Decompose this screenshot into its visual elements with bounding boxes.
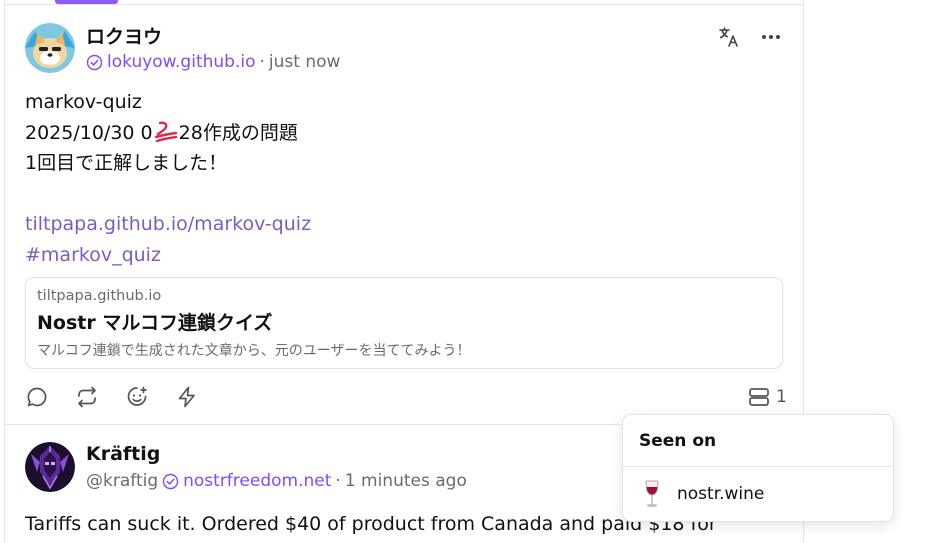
relay-item[interactable]: nostr.wine — [639, 479, 764, 509]
author-handle[interactable]: @kraftig — [86, 471, 158, 491]
zap-icon[interactable] — [175, 385, 199, 409]
link-preview-title: Nostr マルコフ連鎖クイズ — [37, 312, 273, 334]
content-line: tiltpapa.github.io/markov-quiz — [25, 209, 785, 240]
link-preview-card[interactable]: tiltpapa.github.io Nostr マルコフ連鎖クイズ マルコフ連… — [25, 277, 783, 369]
verified-check-icon — [162, 473, 179, 490]
author-meta: lokuyow.github.io · just now — [86, 52, 340, 72]
content-line: #markov_quiz — [25, 240, 785, 271]
more-horizontal-icon[interactable] — [759, 25, 783, 49]
divider — [623, 466, 893, 467]
nip05-address[interactable]: nostrfreedom.net — [183, 471, 331, 491]
reply-icon[interactable] — [25, 385, 49, 409]
avatar[interactable] — [25, 442, 75, 492]
timestamp[interactable]: just now — [269, 52, 341, 72]
meta-separator: · — [335, 471, 341, 491]
content-line: markov-quiz — [25, 91, 142, 113]
content-text: 2025/10/30 0 — [25, 121, 153, 144]
hundred-points-emoji-icon — [153, 120, 179, 144]
author-meta: @kraftig nostrfreedom.net · 1 minutes ag… — [86, 471, 467, 491]
seen-on-button[interactable]: 1 — [748, 385, 787, 409]
note-content: markov-quiz 2025/10/30 0 28作成の問題 1回目で正解しま… — [25, 87, 785, 270]
content-line: 1回目で正解しました！ — [25, 152, 228, 174]
popover-title: Seen on — [639, 431, 717, 451]
nip05-address[interactable]: lokuyow.github.io — [107, 52, 255, 72]
repost-icon[interactable] — [75, 385, 99, 409]
wine-glass-icon — [639, 479, 665, 509]
content-link[interactable]: tiltpapa.github.io/markov-quiz — [25, 213, 311, 235]
translate-icon[interactable] — [717, 25, 741, 49]
author-name[interactable]: Kräftig — [86, 443, 160, 465]
seen-on-popover: Seen on nostr.wine — [622, 414, 894, 522]
server-icon — [748, 386, 770, 408]
emoji-react-icon[interactable] — [125, 385, 149, 409]
verified-check-icon — [86, 54, 103, 71]
hashtag-link[interactable]: #markov_quiz — [25, 244, 161, 266]
link-preview-description: マルコフ連鎖で生成された文章から、元のユーザーを当ててみよう！ — [37, 343, 471, 359]
content-line: 2025/10/30 0 28作成の問題 — [25, 118, 785, 149]
timestamp[interactable]: 1 minutes ago — [345, 471, 467, 491]
author-name[interactable]: ロクヨウ — [86, 22, 162, 49]
meta-separator: · — [259, 52, 265, 72]
link-preview-domain: tiltpapa.github.io — [37, 288, 162, 304]
relay-name: nostr.wine — [677, 484, 765, 504]
seen-on-count: 1 — [776, 387, 787, 407]
content-text: 28作成の問題 — [178, 121, 298, 144]
avatar[interactable] — [25, 23, 75, 73]
note-actions: 1 — [25, 385, 787, 409]
note-card[interactable]: ロクヨウ lokuyow.github.io · just now markov… — [5, 5, 803, 425]
